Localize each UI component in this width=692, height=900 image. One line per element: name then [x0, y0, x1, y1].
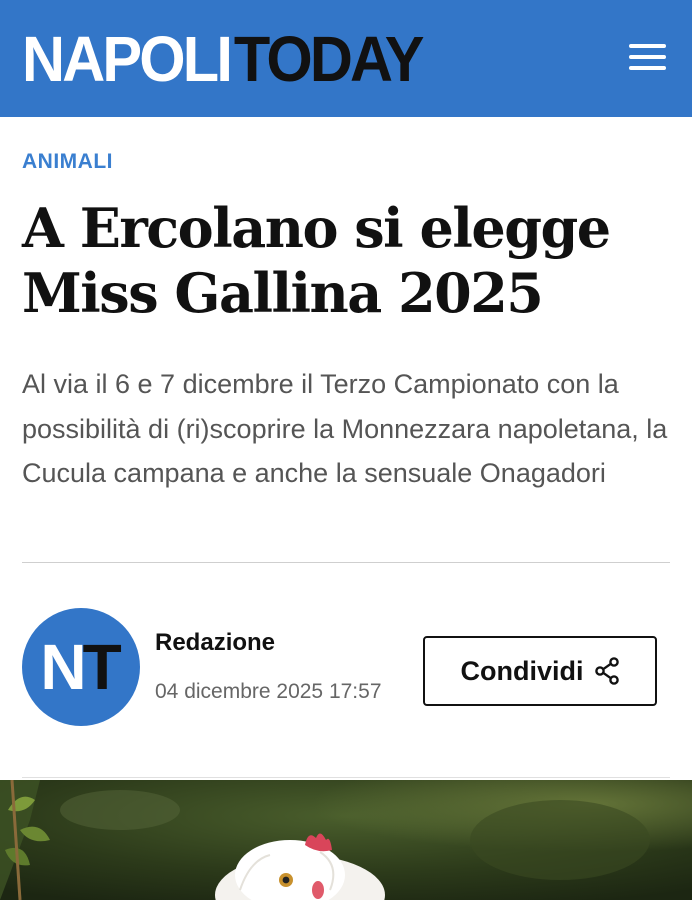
logo-today: TODAY	[233, 23, 425, 95]
divider	[22, 777, 670, 778]
share-button-label: Condividi	[460, 655, 584, 686]
logo-napoli: NAPOLI	[22, 23, 233, 95]
site-logo[interactable]: NAPOLI TODAY	[22, 23, 425, 95]
share-icon	[594, 657, 619, 685]
article-title: A Ercolano si elegge Miss Gallina 2025	[22, 196, 611, 325]
hamburger-menu-icon[interactable]	[624, 40, 670, 74]
publish-date: 04 dicembre 2025 17:57	[155, 680, 382, 703]
article-category-link[interactable]: ANIMALI	[22, 150, 113, 174]
avatar-logo: NT	[40, 631, 121, 703]
divider	[22, 562, 670, 563]
share-button[interactable]: Condividi	[423, 636, 657, 706]
article-subtitle: Al via il 6 e 7 dicembre il Terzo Campio…	[22, 369, 668, 488]
author-avatar[interactable]: NT	[22, 608, 140, 726]
hero-image	[0, 780, 692, 900]
site-header: NAPOLI TODAY	[0, 0, 692, 117]
author-name[interactable]: Redazione	[155, 629, 275, 657]
